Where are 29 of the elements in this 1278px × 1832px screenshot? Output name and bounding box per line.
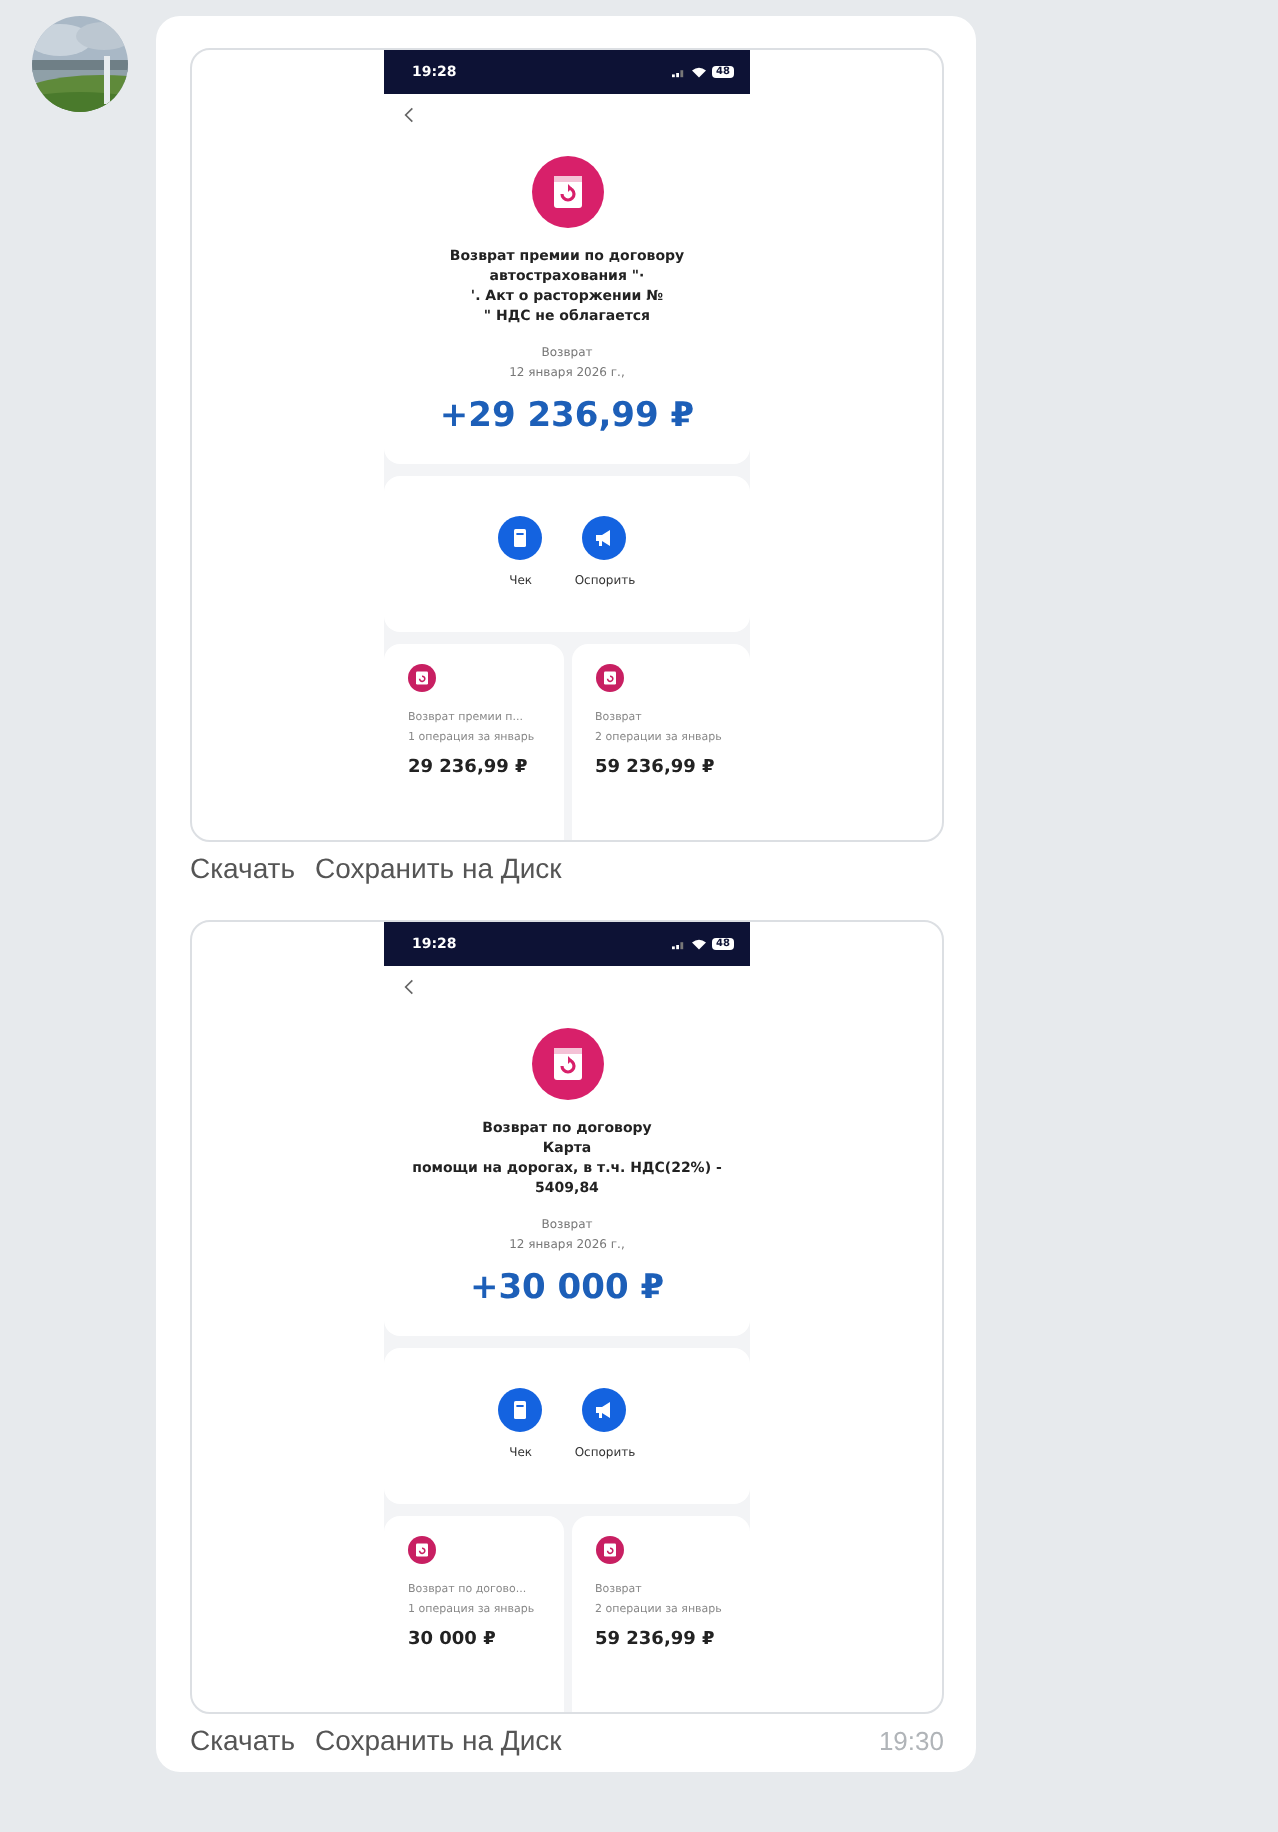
download-link[interactable]: Скачать	[190, 852, 295, 884]
refund-icon	[531, 1028, 603, 1100]
transaction-amount: +29 236,99 ₽	[439, 396, 695, 436]
tile-amount: 59 236,99 ₽	[595, 1630, 717, 1650]
back-icon[interactable]	[404, 978, 414, 996]
wifi-icon	[692, 66, 707, 78]
refund-icon	[408, 1536, 436, 1564]
download-link[interactable]: Сохранить на Диск	[315, 852, 562, 884]
download-link[interactable]: Скачать	[190, 1724, 295, 1756]
signal-icon	[672, 939, 687, 949]
screenshot-frame[interactable]	[190, 920, 944, 1714]
tile-amount: 30 000 ₽	[408, 1630, 498, 1650]
refund-icon	[408, 664, 436, 692]
refund-icon	[531, 156, 603, 228]
receipt-icon[interactable]	[498, 1388, 543, 1432]
signal-icon	[672, 67, 687, 77]
tile-amount: 29 236,99 ₽	[408, 758, 530, 778]
transaction-amount: +30 000 ₽	[469, 1268, 665, 1308]
receipt-icon[interactable]	[498, 516, 543, 560]
refund-icon	[595, 1536, 623, 1564]
wifi-icon	[692, 938, 707, 950]
back-icon[interactable]	[404, 106, 414, 124]
refund-icon	[595, 664, 623, 692]
megaphone-icon[interactable]	[582, 1388, 627, 1432]
screenshot-frame[interactable]	[190, 48, 944, 842]
message-time: 19:30	[878, 1725, 944, 1755]
tile-amount: 59 236,99 ₽	[595, 758, 717, 778]
download-link[interactable]: Сохранить на Диск	[315, 1724, 562, 1756]
megaphone-icon[interactable]	[582, 516, 627, 560]
